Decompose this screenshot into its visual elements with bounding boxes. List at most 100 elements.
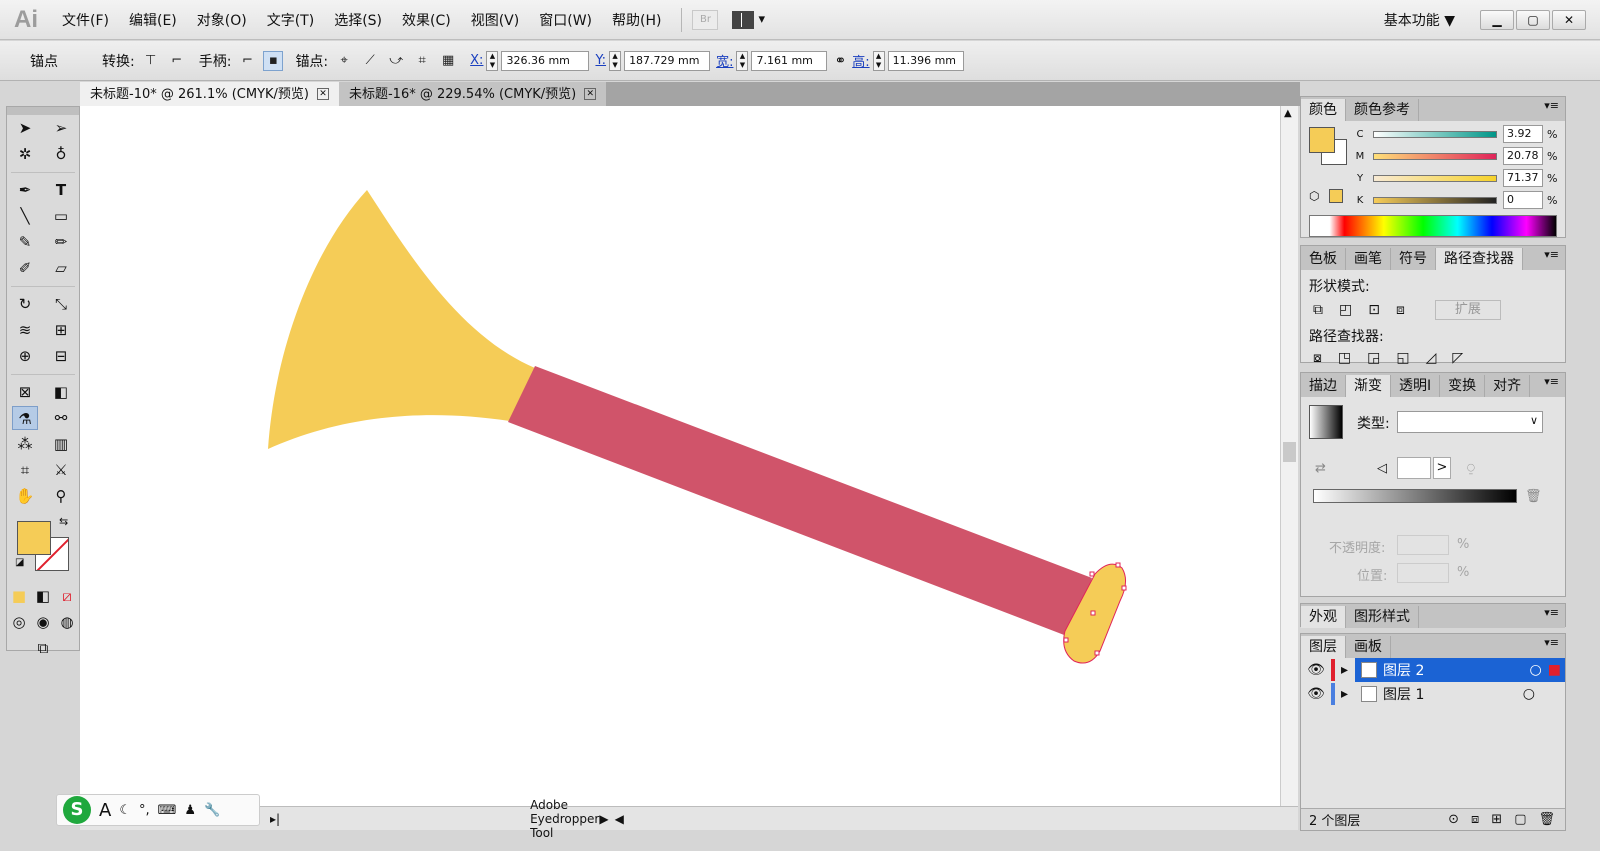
pen-tool-icon[interactable]: ✒	[12, 178, 38, 202]
menu-select[interactable]: 选择(S)	[324, 10, 392, 30]
trumpet-bell[interactable]	[268, 190, 535, 449]
tab-color-guide[interactable]: 颜色参考	[1346, 99, 1419, 121]
scale-icon[interactable]: ⤡	[48, 292, 74, 316]
y-slider[interactable]	[1373, 174, 1497, 182]
reverse-gradient-icon[interactable]: ⇄	[1315, 461, 1326, 476]
tab-brushes[interactable]: 画笔	[1346, 248, 1391, 270]
angle-input[interactable]	[1397, 457, 1431, 479]
cut-path-icon[interactable]: ⤻	[386, 51, 406, 71]
remove-anchor-icon[interactable]: ⌖	[334, 51, 354, 71]
divide-icon[interactable]: ⧇	[1313, 350, 1322, 366]
panel-menu-icon[interactable]: ▾≡	[1544, 248, 1559, 261]
tab-swatches[interactable]: 色板	[1301, 248, 1346, 270]
close-button[interactable]: ✕	[1552, 10, 1586, 30]
graph-icon[interactable]: ▥	[48, 432, 74, 456]
make-clipping-mask-icon[interactable]: ⧈	[1471, 812, 1479, 827]
expand-layer-icon[interactable]: ▸	[1341, 662, 1355, 678]
angle-dropdown-icon[interactable]: >	[1433, 457, 1451, 479]
new-sublayer-icon[interactable]: ⊞	[1491, 812, 1502, 827]
warp-icon[interactable]: ≋	[12, 318, 38, 342]
tab-transparency[interactable]: 透明I	[1391, 375, 1441, 397]
direct-selection-tool-icon[interactable]: ➢	[48, 116, 74, 140]
y-stepper[interactable]: ▲ ▼	[609, 50, 622, 71]
eyedropper-icon[interactable]: ⚗	[12, 406, 38, 430]
tools-panel-header[interactable]	[7, 107, 79, 115]
show-handles-icon[interactable]: ⌐	[237, 51, 257, 71]
menu-object[interactable]: 对象(O)	[187, 10, 257, 30]
vertical-scrollbar[interactable]: ▲	[1280, 106, 1298, 806]
gradient-slider[interactable]	[1313, 489, 1517, 503]
target-icon[interactable]: ○	[1523, 686, 1535, 702]
user-icon[interactable]: ♟	[184, 803, 196, 818]
scrollbar-thumb[interactable]	[1283, 442, 1296, 462]
menu-effect[interactable]: 效果(C)	[392, 10, 461, 30]
blend-icon[interactable]: ⚯	[48, 406, 74, 430]
k-input[interactable]: 0	[1503, 191, 1543, 209]
artboard-canvas[interactable]	[80, 106, 1280, 806]
panel-menu-icon[interactable]: ▾≡	[1544, 636, 1559, 649]
k-slider[interactable]	[1373, 196, 1497, 204]
tab-layers[interactable]: 图层	[1301, 636, 1346, 658]
tab-appearance[interactable]: 外观	[1301, 606, 1346, 628]
y-label[interactable]: Y:	[595, 53, 606, 68]
tab-stroke[interactable]: 描边	[1301, 375, 1346, 397]
fill-swatch[interactable]	[17, 521, 51, 555]
target-icon[interactable]: ○	[1530, 662, 1542, 678]
menu-file[interactable]: 文件(F)	[52, 10, 119, 30]
layer-row-1[interactable]: 👁 ▸ 图层 1 ○	[1301, 682, 1565, 706]
blob-brush-icon[interactable]: ✐	[12, 256, 38, 280]
height-input[interactable]: 11.396 mm	[887, 50, 964, 71]
tab-document-10[interactable]: 未标题-10* @ 261.1% (CMYK/预览) ✕	[80, 82, 339, 106]
screen-mode-icon[interactable]: ⧉	[30, 636, 56, 660]
c-slider[interactable]	[1373, 130, 1497, 138]
intersect-icon[interactable]: ⊡	[1368, 302, 1380, 318]
expand-button[interactable]: 扩展	[1434, 300, 1501, 320]
expand-layer-icon[interactable]: ▸	[1341, 686, 1355, 702]
color-fill-swatch[interactable]	[1309, 127, 1335, 153]
tab-artboards[interactable]: 画板	[1346, 636, 1391, 658]
moon-icon[interactable]: ☾	[119, 803, 131, 818]
convert-to-smooth-icon[interactable]: ⌐	[167, 51, 187, 71]
swap-fill-stroke-icon[interactable]: ⇆	[59, 515, 68, 528]
delete-layer-icon[interactable]: 🗑	[1538, 812, 1555, 827]
visibility-eye-icon[interactable]: 👁	[1301, 686, 1331, 702]
trumpet-tube[interactable]	[508, 366, 1092, 638]
tab-align[interactable]: 对齐	[1485, 375, 1531, 397]
tab-pathfinder[interactable]: 路径查找器	[1436, 248, 1523, 270]
tab-color[interactable]: 颜色	[1301, 99, 1346, 121]
eraser-icon[interactable]: ▱	[48, 256, 74, 280]
panel-menu-icon[interactable]: ▾≡	[1544, 375, 1559, 388]
status-menu-icon[interactable]: ▶	[599, 812, 608, 826]
shape-builder-icon[interactable]: ⊕	[12, 344, 38, 368]
workspace-switcher[interactable]: 基本功能 ▼	[1384, 10, 1455, 30]
menu-view[interactable]: 视图(V)	[461, 10, 530, 30]
outline-icon[interactable]: ◿	[1426, 350, 1437, 366]
close-icon[interactable]: ✕	[584, 88, 597, 100]
zoom-icon[interactable]: ⚲	[48, 484, 74, 508]
constrain-proportions-icon[interactable]: ⚭	[834, 53, 846, 69]
hide-handles-icon[interactable]: ▪	[263, 50, 284, 71]
menu-edit[interactable]: 编辑(E)	[119, 10, 187, 30]
visibility-eye-icon[interactable]: 👁	[1301, 662, 1331, 678]
paintbrush-icon[interactable]: ✎	[12, 230, 38, 254]
color-spectrum[interactable]	[1309, 215, 1557, 237]
none-mode-icon[interactable]: ⧄	[55, 584, 79, 608]
tab-graphic-styles[interactable]: 图形样式	[1346, 606, 1419, 628]
menu-type[interactable]: 文字(T)	[257, 10, 324, 30]
punctuation-icon[interactable]: °,	[139, 803, 150, 818]
web-color-swatch[interactable]	[1329, 189, 1343, 203]
free-transform-icon[interactable]: ⊞	[48, 318, 74, 342]
x-input[interactable]: 326.36 mm	[501, 50, 590, 71]
isolate-icon[interactable]: ⌗	[412, 51, 432, 71]
scroll-left-icon[interactable]: ◀	[615, 812, 624, 826]
gradient-mode-icon[interactable]: ◧	[31, 584, 55, 608]
new-layer-icon[interactable]: ▢	[1514, 812, 1526, 827]
sogou-logo-icon[interactable]: S	[63, 796, 91, 824]
minus-front-icon[interactable]: ◰	[1339, 302, 1352, 318]
draw-behind-icon[interactable]: ◉	[31, 610, 55, 634]
connect-anchor-icon[interactable]: ⟋	[360, 51, 380, 71]
arrange-documents-button[interactable]: ▾	[732, 10, 765, 29]
wrench-icon[interactable]: 🔧	[204, 803, 220, 818]
panel-menu-icon[interactable]: ▾≡	[1544, 99, 1559, 112]
m-input[interactable]: 20.78	[1503, 147, 1543, 165]
